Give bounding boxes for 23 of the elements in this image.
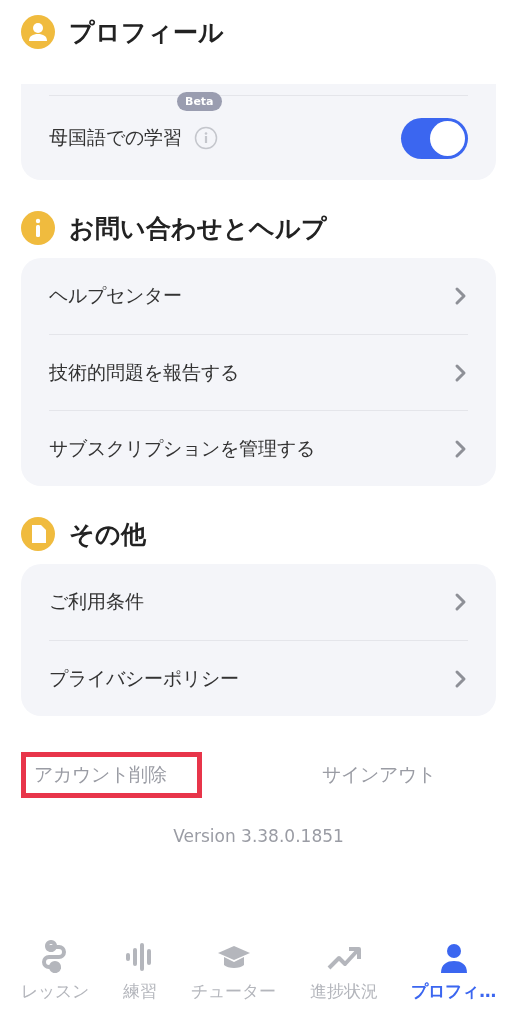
chevron-right-icon: [454, 362, 468, 383]
beta-badge: Beta: [177, 92, 222, 111]
chevron-right-icon: [454, 286, 468, 306]
setting-label: 母国語での学習: [49, 125, 182, 150]
menu-item[interactable]: ヘルプセンター: [49, 283, 454, 309]
version-text: Version 3.38.0.1851: [172, 826, 345, 846]
chevron-right-icon: [454, 668, 468, 689]
account-link[interactable]: アカウント削除: [21, 752, 202, 798]
info-icon: [21, 211, 55, 245]
section-title: お問い合わせとヘルプ: [69, 212, 327, 245]
chevron-right-icon: [454, 592, 468, 612]
chevron-right-icon: [454, 438, 468, 459]
person-icon: [21, 15, 55, 49]
toggle-switch[interactable]: [401, 117, 468, 159]
menu-item[interactable]: ご利用条件: [49, 589, 454, 615]
menu-item[interactable]: サブスクリプションを管理する: [49, 435, 454, 462]
document-icon: [21, 517, 55, 551]
tab-item[interactable]: プロフィ…: [411, 940, 497, 1003]
menu-item[interactable]: プライバシーポリシー: [49, 665, 454, 692]
section-title: その他: [69, 518, 146, 551]
section-title: プロフィール: [69, 16, 224, 49]
menu-item[interactable]: 技術的問題を報告する: [49, 359, 454, 386]
account-link[interactable]: サインアウト: [314, 756, 466, 794]
